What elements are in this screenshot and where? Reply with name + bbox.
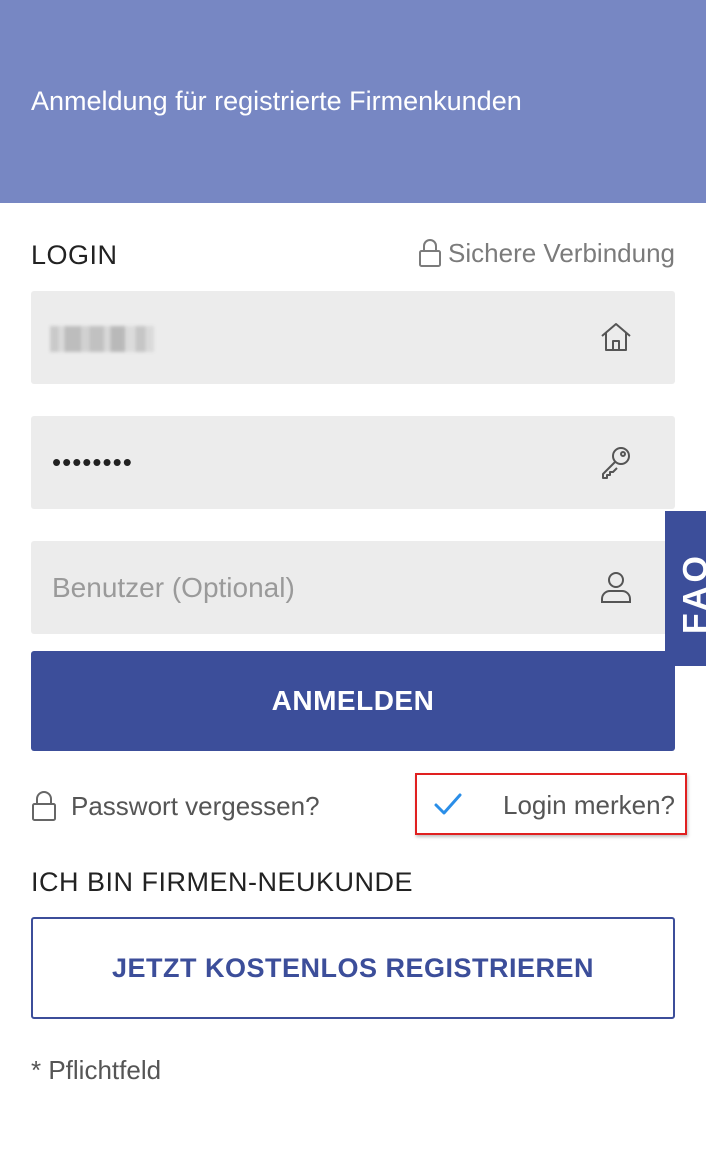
login-button[interactable]: ANMELDEN <box>31 651 675 751</box>
forgot-password-link[interactable]: Passwort vergessen? <box>31 788 320 824</box>
login-page: Anmeldung für registrierte Firmenkunden … <box>0 0 706 1153</box>
checkmark-icon <box>434 793 462 815</box>
lock-icon <box>419 239 442 267</box>
secure-connection-indicator: Sichere Verbindung <box>418 236 675 270</box>
login-section-title: LOGIN <box>31 240 118 270</box>
page-title: Anmeldung für registrierte Firmenkunden <box>31 86 522 116</box>
user-icon <box>601 572 631 603</box>
user-field[interactable] <box>31 541 675 634</box>
user-input[interactable] <box>31 541 571 634</box>
password-mask: •••••••• <box>52 447 133 477</box>
forgot-password-label: Passwort vergessen? <box>71 791 320 821</box>
remember-login-label: Login merken? <box>503 790 675 820</box>
required-field-note: * Pflichtfeld <box>31 1055 162 1085</box>
lock-icon <box>32 791 56 821</box>
home-icon <box>601 323 631 351</box>
key-icon <box>602 447 630 479</box>
faq-tab-label: FAQ <box>676 552 706 634</box>
remember-login-checkbox[interactable]: Login merken? <box>415 773 687 835</box>
page-header: Anmeldung für registrierte Firmenkunden <box>0 0 706 203</box>
new-customer-title: ICH BIN FIRMEN-NEUKUNDE <box>31 867 414 897</box>
faq-tab[interactable]: FAQ <box>665 511 706 666</box>
register-button[interactable]: JETZT KOSTENLOS REGISTRIEREN <box>31 917 675 1019</box>
secure-connection-label: Sichere Verbindung <box>448 238 675 268</box>
blurred-username-value <box>50 326 154 352</box>
